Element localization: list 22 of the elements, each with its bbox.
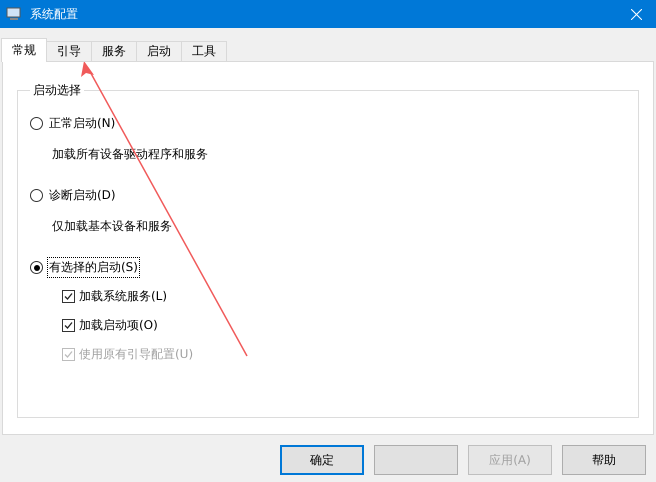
dialog-button[interactable]: 确定 <box>280 445 364 475</box>
radio-label: 诊断启动(D) <box>48 187 117 204</box>
radio-label: 有选择的启动(S) <box>47 257 140 278</box>
checkbox-label: 加载系统服务(L) <box>79 288 168 305</box>
checkbox[interactable] <box>62 290 75 303</box>
option-description: 加载所有设备驱动程序和服务 <box>52 146 209 163</box>
radio-button[interactable] <box>30 117 43 130</box>
checkbox[interactable] <box>62 319 75 332</box>
tab[interactable]: 引导 <box>46 41 92 62</box>
checkbox-label: 加载启动项(O) <box>79 317 158 334</box>
tab[interactable]: 常规 <box>1 38 47 62</box>
radio-button[interactable] <box>30 261 43 274</box>
checkbox-label: 使用原有引导配置(U) <box>79 346 194 363</box>
radio-label: 正常启动(N) <box>48 115 116 132</box>
option-description: 仅加载基本设备和服务 <box>52 218 173 235</box>
radio-button[interactable] <box>30 189 43 202</box>
close-icon <box>630 8 642 20</box>
computer-icon <box>6 6 22 22</box>
tab[interactable]: 工具 <box>181 41 227 62</box>
window-title: 系统配置 <box>30 6 79 22</box>
group-title: 启动选择 <box>32 82 82 99</box>
dialog-button[interactable]: 帮助 <box>562 445 646 475</box>
